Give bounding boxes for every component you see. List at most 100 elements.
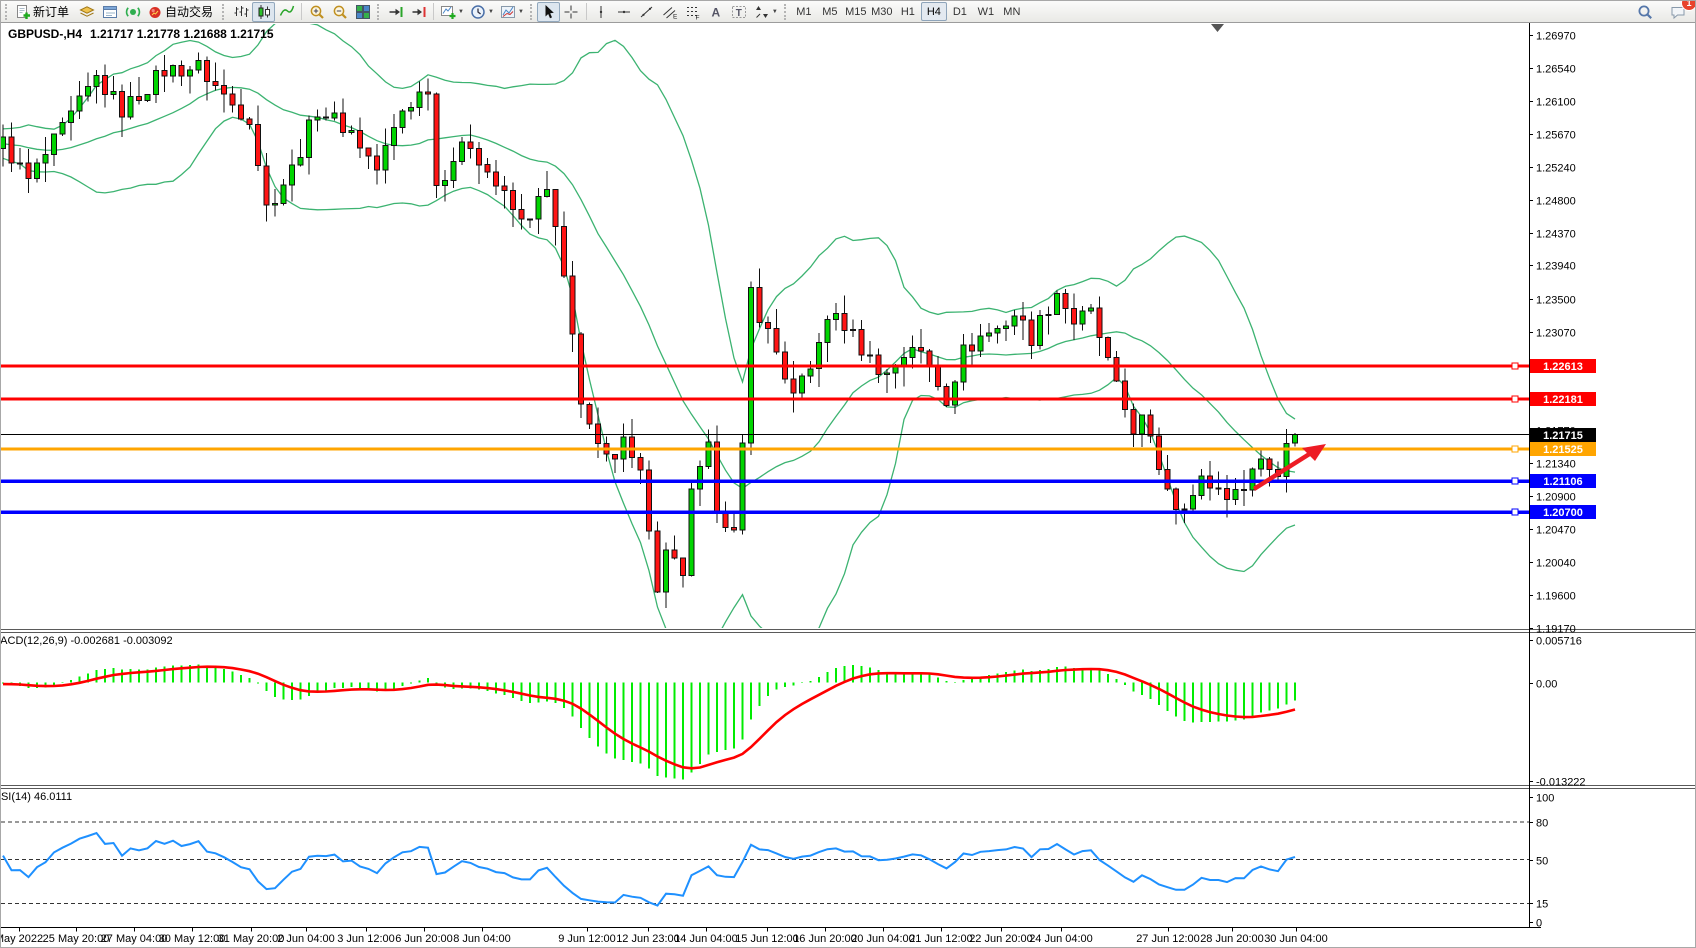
chevron-down-icon[interactable]: ▼ [458, 9, 464, 15]
cursor-icon [540, 4, 556, 20]
trendline-button[interactable] [636, 2, 659, 22]
new-chart-icon [440, 4, 456, 20]
tile-windows-icon [355, 4, 371, 20]
chevron-down-icon[interactable]: ▼ [488, 9, 494, 15]
time-axis-label: 28 Jun 20:00 [1200, 933, 1264, 945]
new-chart-button[interactable]: ▼ [437, 2, 467, 22]
line-chart-button[interactable] [275, 2, 298, 22]
arrows-button[interactable]: ▼ [751, 2, 781, 22]
level-price-badge-label: 1.20700 [1543, 507, 1583, 519]
text-button[interactable]: A [705, 2, 728, 22]
time-axis-label: 25 May 20:00 [43, 933, 110, 945]
time-axis-label: 12 Jun 23:00 [616, 933, 680, 945]
time-axis-label: 21 Jun 12:00 [909, 933, 973, 945]
timeframe-h4-button[interactable]: H4 [921, 2, 947, 21]
candlestick-icon [256, 4, 272, 20]
zoom-out-button[interactable] [328, 2, 351, 22]
chevron-down-icon[interactable]: ▼ [772, 9, 778, 15]
macd-scale-max: 0.005716 [1536, 636, 1582, 648]
axis-tick-label: 1.26100 [1536, 97, 1576, 109]
profiles-button[interactable] [75, 2, 98, 22]
price-axis[interactable]: 1.269701.265401.261001.256701.252401.248… [1, 23, 1596, 930]
channel-icon: E [662, 4, 678, 20]
chart-canvas[interactable]: 1.269701.265401.261001.256701.252401.248… [1, 1, 1696, 948]
toolbar-grip[interactable] [784, 4, 787, 20]
text-label-button[interactable]: T [728, 2, 751, 22]
navigator-button[interactable] [121, 2, 144, 22]
main-price-pane[interactable] [1, 21, 1298, 669]
text-label-icon: T [731, 4, 747, 20]
level-line-handle[interactable] [1512, 478, 1518, 484]
search-button[interactable] [1633, 2, 1656, 22]
svg-text:E: E [673, 13, 678, 20]
axis-tick-label: 1.25670 [1536, 130, 1576, 142]
time-axis-label: 3 Jun 12:00 [337, 933, 395, 945]
vertical-line-button[interactable] [590, 2, 613, 22]
chart-symbol-period: GBPUSD-,H4 [8, 27, 82, 41]
toolbar-grip[interactable] [530, 4, 533, 20]
axis-tick-label: 1.26540 [1536, 64, 1576, 76]
autotrading-icon [147, 4, 163, 20]
axis-tick-label: 1.20470 [1536, 525, 1576, 537]
chart-shift-marker[interactable] [1211, 24, 1224, 32]
time-axis-label: 27 May 04:00 [101, 933, 168, 945]
timeframe-m1-button[interactable]: M1 [791, 2, 817, 21]
pane-separators[interactable] [1, 630, 1696, 789]
rsi-scale-label: 100 [1536, 793, 1554, 805]
navigator-icon [125, 4, 141, 20]
time-axis-label: 14 Jun 04:00 [674, 933, 738, 945]
time-axis[interactable]: May 202225 May 20:0027 May 04:0030 May 1… [1, 928, 1328, 946]
timeframe-m30-button[interactable]: M30 [869, 2, 895, 21]
axis-tick-label: 1.21340 [1536, 459, 1576, 471]
axis-tick-label: 1.19600 [1536, 591, 1576, 603]
fibonacci-button[interactable]: F [682, 2, 705, 22]
axis-tick-label: 1.26970 [1536, 31, 1576, 43]
bar-chart-button[interactable] [229, 2, 252, 22]
toolbar-grip[interactable] [377, 4, 380, 20]
toolbar-grip[interactable] [222, 4, 225, 20]
level-line-handle[interactable] [1512, 396, 1518, 402]
new-order-button[interactable]: 新订单 [12, 2, 75, 22]
template-button[interactable]: ▼ [497, 2, 527, 22]
chevron-down-icon[interactable]: ▼ [518, 9, 524, 15]
autotrading-button[interactable]: 自动交易 [144, 2, 219, 22]
crosshair-button[interactable] [560, 2, 583, 22]
level-line-handle[interactable] [1512, 363, 1518, 369]
timeframe-m5-button[interactable]: M5 [817, 2, 843, 21]
timeframe-h1-button[interactable]: H1 [895, 2, 921, 21]
axis-tick-label: 1.19170 [1536, 624, 1576, 636]
macd-histogram [3, 664, 1295, 779]
notifications-button[interactable]: 1 [1666, 2, 1689, 22]
macd-pane [3, 664, 1295, 779]
bollinger-bands [3, 21, 1295, 669]
notification-badge: 1 [1682, 0, 1696, 10]
timeframe-m15-button[interactable]: M15 [843, 2, 869, 21]
level-price-badge-label: 1.22181 [1543, 394, 1583, 406]
horizontal-line-button[interactable] [613, 2, 636, 22]
channel-button[interactable]: E [659, 2, 682, 22]
tile-windows-button[interactable] [351, 2, 374, 22]
chart-shift-button[interactable] [407, 2, 430, 22]
text-icon: A [708, 4, 724, 20]
auto-scroll-button[interactable] [384, 2, 407, 22]
rsi-scale-label: 80 [1536, 818, 1548, 830]
data-window-button[interactable] [98, 2, 121, 22]
level-line-handle[interactable] [1512, 446, 1518, 452]
candlestick-chart-button[interactable] [252, 2, 275, 22]
toolbar-separator [433, 3, 434, 20]
zoom-in-button[interactable] [305, 2, 328, 22]
period-button[interactable]: ▼ [467, 2, 497, 22]
new-order-button-label: 新订单 [33, 3, 69, 20]
rsi-scale-label: 15 [1536, 899, 1548, 911]
timeframe-mn-button[interactable]: MN [999, 2, 1025, 21]
level-line-handle[interactable] [1512, 509, 1518, 515]
timeframe-w1-button[interactable]: W1 [973, 2, 999, 21]
timeframe-d1-button[interactable]: D1 [947, 2, 973, 21]
time-axis-label: 30 May 12:00 [159, 933, 226, 945]
time-axis-label: 30 Jun 04:00 [1264, 933, 1328, 945]
axis-tick-label: 1.24370 [1536, 229, 1576, 241]
axis-tick-label: 1.24800 [1536, 196, 1576, 208]
axis-tick-label: 1.23940 [1536, 261, 1576, 273]
toolbar-grip[interactable] [5, 4, 8, 20]
cursor-button[interactable] [537, 2, 560, 22]
